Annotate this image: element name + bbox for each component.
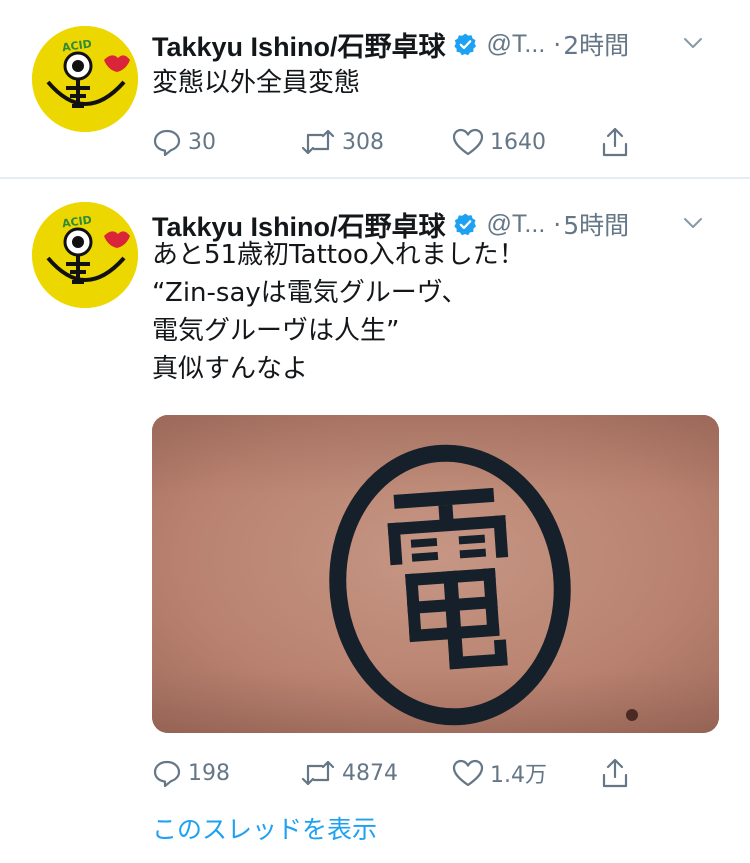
tweet-text-line: 真似すんなよ (152, 354, 309, 384)
like-count: 1.4万 (490, 763, 547, 788)
like-button[interactable]: 1640 (452, 122, 546, 162)
share-icon (602, 127, 628, 157)
avatar[interactable]: ACID (32, 26, 138, 132)
heart-icon (452, 128, 484, 156)
retweet-icon (301, 129, 335, 155)
tweet-text: 変態以外全員変態 (152, 64, 732, 102)
heart-icon (452, 759, 484, 787)
tweet-text-line: あと51歳初Tattoo入れました！ (152, 240, 525, 270)
show-thread-link[interactable]: このスレッドを表示 (152, 810, 377, 846)
retweet-button[interactable]: 4874 (300, 753, 398, 793)
reply-count: 30 (188, 129, 216, 155)
tweet-text-line: 電気グルーヴは人生” (152, 316, 400, 346)
avatar[interactable]: ACID (32, 202, 138, 308)
tweet-photo[interactable] (152, 415, 719, 733)
user-handle[interactable]: @T... (487, 30, 546, 59)
share-button[interactable] (600, 122, 630, 162)
acid-smiley-avatar-icon: ACID (32, 202, 138, 308)
tweet-text-line: 変態以外全員変態 (152, 68, 361, 98)
like-button[interactable]: 1.4万 (452, 753, 547, 793)
tweet-text-line: “Zin-sayは電気グルーヴ、 (152, 278, 468, 308)
reply-button[interactable]: 198 (152, 753, 230, 793)
user-handle[interactable]: @T... (487, 210, 546, 239)
like-count: 1640 (490, 129, 546, 155)
chevron-down-icon[interactable] (682, 212, 704, 234)
timestamp[interactable]: 2時間 (563, 26, 629, 62)
chevron-down-icon[interactable] (682, 32, 704, 54)
acid-smiley-avatar-icon: ACID (32, 26, 138, 132)
retweet-count: 4874 (342, 760, 398, 786)
tweet-header: Takkyu Ishino/石野卓球 @T... · 2時間 (152, 24, 732, 64)
separator-dot: · (553, 209, 562, 239)
tweet-actions: 30 308 1640 (152, 122, 652, 162)
reply-count: 198 (188, 760, 230, 786)
retweet-icon (301, 760, 335, 786)
display-name[interactable]: Takkyu Ishino/石野卓球 (152, 25, 446, 64)
share-button[interactable] (600, 753, 630, 793)
reply-icon (153, 760, 181, 788)
tweet[interactable]: ACID Takkyu Ishino/石野卓球 @T... · 5時間 あと51… (0, 180, 750, 863)
tweet-divider (0, 177, 750, 179)
separator-dot: · (553, 29, 562, 59)
reply-icon (153, 129, 181, 157)
tweet-actions: 198 4874 1.4万 (152, 753, 652, 793)
reply-button[interactable]: 30 (152, 122, 216, 162)
tweet[interactable]: ACID Takkyu Ishino/石野卓球 @T... · 2時間 変態以外… (0, 0, 750, 178)
retweet-count: 308 (342, 129, 384, 155)
tweet-text: あと51歳初Tattoo入れました！ “Zin-sayは電気グルーヴ、 電気グル… (152, 236, 732, 388)
retweet-button[interactable]: 308 (300, 122, 384, 162)
share-icon (602, 758, 628, 788)
verified-badge-icon (453, 32, 478, 57)
verified-badge-icon (453, 212, 478, 237)
tattoo-photo-image (152, 415, 719, 733)
